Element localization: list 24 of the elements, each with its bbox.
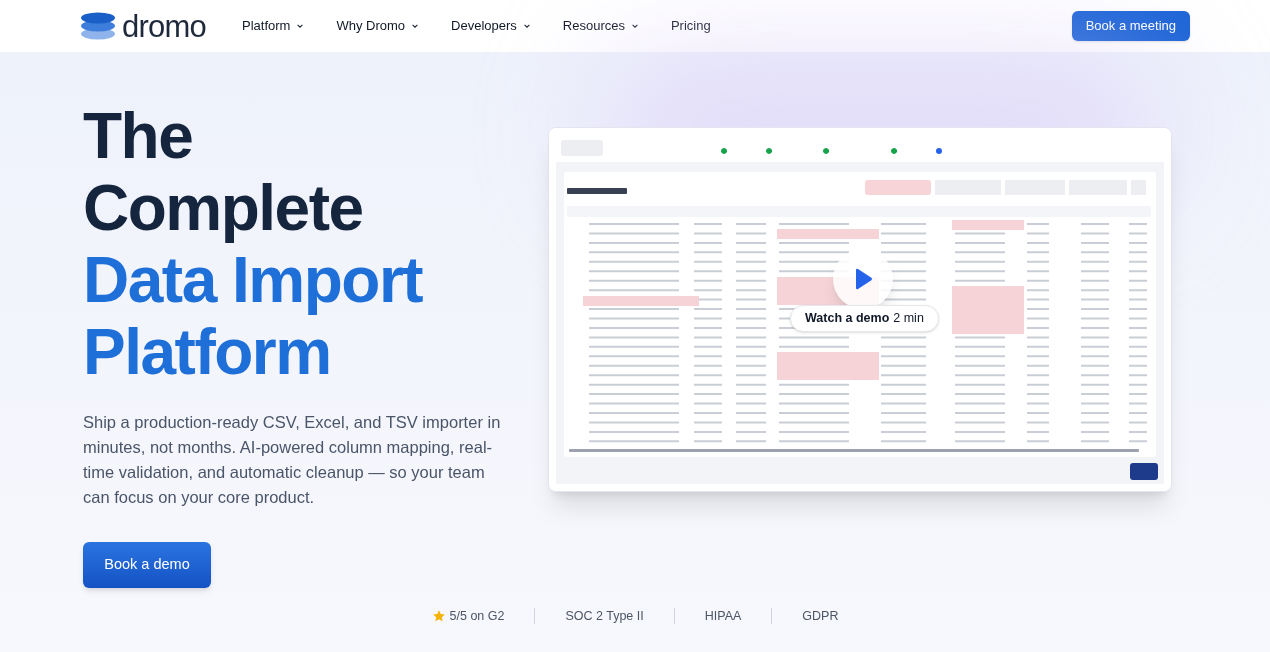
hero-heading-line: Complete (83, 172, 363, 244)
book-demo-button[interactable]: Book a demo (83, 542, 211, 588)
chevron-down-icon (411, 22, 420, 30)
logo-icon (80, 12, 116, 40)
chevron-down-icon (296, 22, 305, 30)
hero-heading-line: The (83, 100, 193, 172)
trust-badge-label: 5/5 on G2 (449, 608, 505, 625)
trust-badge-label: GDPR (802, 608, 839, 625)
nav-link[interactable]: Pricing (670, 16, 711, 36)
nav-link[interactable]: Developers (451, 16, 531, 36)
brand-name: dromo (122, 10, 206, 42)
trust-badge-label: SOC 2 Type II (565, 608, 644, 625)
hero-description: Ship a production-ready CSV, Excel, and TSV importer in minutes, not months. AI-powered column mapping, real-time validation, and automatic cleanup — so your team can focus on your core product. (83, 412, 501, 508)
nav-link[interactable]: Resources (562, 16, 639, 36)
book-meeting-button[interactable]: Book a meeting (1071, 11, 1190, 41)
hero-heading-line: Platform (83, 316, 331, 388)
watch-demo-button[interactable]: Watch a demo 2 min (790, 305, 939, 332)
trust-badge-label: HIPAA (704, 608, 742, 625)
nav-link[interactable]: Why Dromo (336, 16, 420, 36)
nav-link[interactable]: Platform (242, 16, 305, 36)
play-icon (853, 268, 873, 290)
chevron-down-icon (522, 22, 531, 30)
hero-heading-line: Data Import (83, 244, 423, 316)
chevron-down-icon (630, 22, 639, 30)
